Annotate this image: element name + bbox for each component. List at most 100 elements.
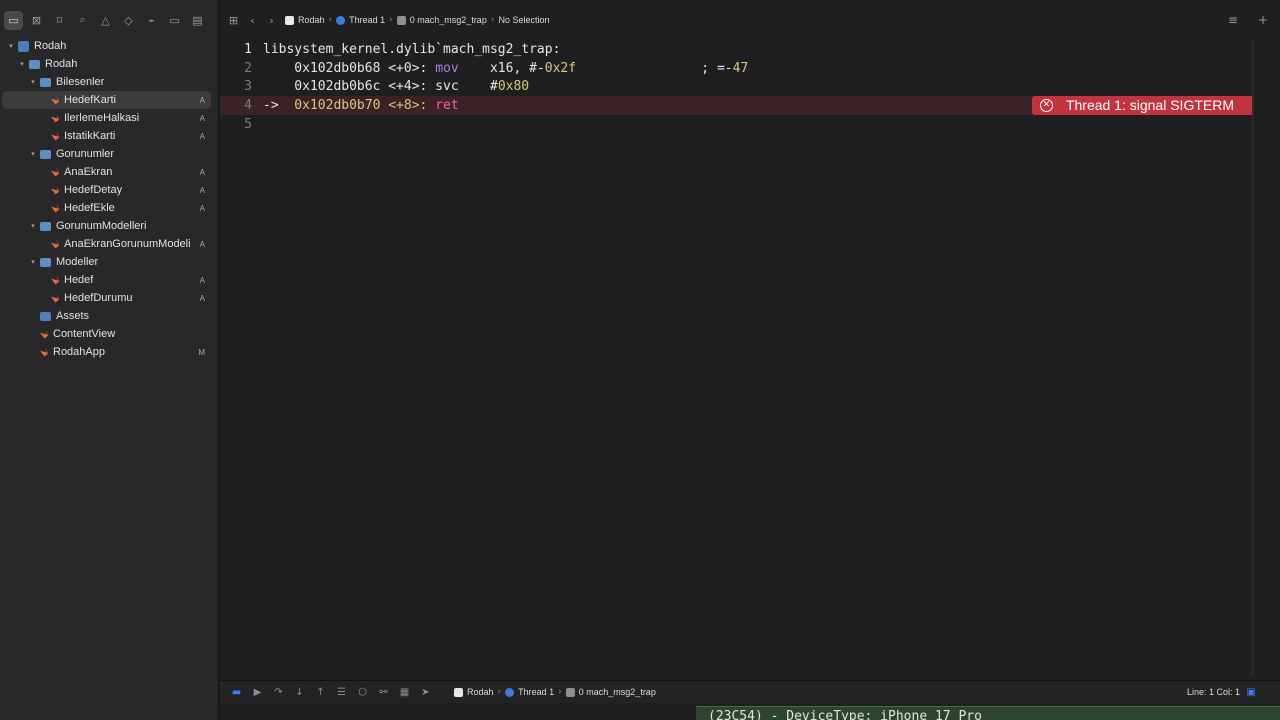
adjust-editor-icon[interactable]: ≡ (1228, 13, 1238, 27)
jump-selection[interactable]: No Selection (498, 15, 549, 25)
code-text: -> 0x102db0b70 <+8>: ret (263, 98, 459, 113)
disclosure-triangle-icon[interactable]: ▾ (28, 222, 38, 230)
step-into-icon[interactable]: ↓ (289, 687, 310, 698)
code-line[interactable]: 4 -> 0x102db0b70 <+8>: ret ✕ Thread 1: sign… (220, 96, 1254, 115)
report-icon[interactable]: ▤ (188, 11, 207, 30)
console-toggle-icon[interactable]: ▬ (226, 687, 247, 698)
debug-thread[interactable]: Thread 1 (505, 687, 554, 697)
source-control-status-badge: A (199, 113, 205, 123)
debug-project-label: Rodah (467, 687, 494, 697)
chevron-right-icon[interactable]: › (262, 11, 281, 30)
file-tree-item[interactable]: HedefKarti A (2, 91, 211, 109)
folder-icon (40, 257, 51, 267)
simulate-icon[interactable]: ▦ (394, 687, 415, 698)
file-tree-item[interactable]: HedefDetay A (2, 181, 211, 199)
issue-warning-icon[interactable]: △ (96, 11, 115, 30)
disclosure-triangle-icon[interactable]: ▾ (6, 42, 16, 50)
source-control-status-badge: A (199, 239, 205, 249)
jump-thread[interactable]: Thread 1 (336, 15, 385, 25)
jump-bar: ⊞ ‹ › Rodah › Thread 1 › 0 mach_msg2_tra… (220, 8, 1280, 32)
swift-file-icon (51, 113, 59, 123)
code-line[interactable]: 3 0x102db0b6c <+4>: svc #0x80 (220, 77, 1254, 96)
debug-spray-icon[interactable]: ⌁ (142, 11, 161, 30)
code-line[interactable]: 2 0x102db0b68 <+0>: mov x16, #-0x2f ; =-… (220, 59, 1254, 78)
code-token: ret (435, 97, 459, 113)
file-tree-item[interactable]: HedefDurumu A (2, 289, 211, 307)
file-tree-label: RodahApp (53, 346, 105, 358)
file-tree-item[interactable]: ▾ Rodah (2, 55, 211, 73)
disclosure-triangle-icon[interactable]: ▾ (28, 150, 38, 158)
grid-icon[interactable]: ⊞ (224, 11, 243, 30)
jump-project[interactable]: Rodah (285, 15, 325, 25)
source-control-status-badge: A (199, 131, 205, 141)
continue-icon[interactable]: ▶ (247, 687, 268, 698)
folder-icon[interactable]: ▭ (4, 10, 23, 30)
disclosure-triangle-icon[interactable]: ▾ (28, 78, 38, 86)
line-number: 5 (244, 116, 252, 132)
file-tree-label: AnaEkranGorunumModeli (64, 238, 191, 250)
view-hierarchy-icon[interactable]: ☰ (331, 687, 352, 698)
code-token: mov (435, 60, 459, 76)
file-tree-item[interactable]: ContentView (2, 325, 211, 343)
file-tree-label: Gorunumler (56, 148, 115, 160)
file-tree-label: HedefEkle (64, 202, 115, 214)
cursor-position: Line: 1 Col: 1 (1186, 687, 1240, 697)
file-tree-item[interactable]: ▾ GorunumModelleri (2, 217, 211, 235)
search-icon[interactable]: ⌕ (73, 11, 92, 30)
file-tree-item[interactable]: ▾ Gorunumler (2, 145, 211, 163)
file-tree-item[interactable]: ▾ Bilesenler (2, 73, 211, 91)
add-editor-icon[interactable]: + (1258, 13, 1268, 27)
folder-icon (29, 59, 40, 69)
chevron-right-icon: › (328, 15, 333, 25)
file-tree-item[interactable]: RodahApp M (2, 343, 211, 361)
file-tree-label: AnaEkran (64, 166, 113, 178)
thread-icon (336, 15, 346, 25)
test-diamond-icon[interactable]: ◇ (119, 11, 138, 30)
file-tree-item[interactable]: Assets (2, 307, 211, 325)
folder-icon (40, 149, 51, 159)
file-tree-item[interactable]: ▾ Rodah (2, 37, 211, 55)
source-control-status-badge: A (199, 185, 205, 195)
error-annotation[interactable]: ✕ Thread 1: signal SIGTERM (1031, 96, 1254, 115)
location-icon[interactable]: ➤ (415, 687, 436, 698)
breakpoint-icon[interactable]: ▭ (165, 11, 184, 30)
step-over-icon[interactable]: ↷ (268, 687, 289, 698)
code-token: 0x80 (497, 79, 530, 95)
chevron-left-icon[interactable]: ‹ (243, 11, 262, 30)
bookmark-icon[interactable]: ⌑ (50, 11, 69, 30)
source-control-status-badge: A (199, 167, 205, 177)
file-tree-item[interactable]: AnaEkranGorunumModeli A (2, 235, 211, 253)
debug-frame-label: 0 mach_msg2_trap (578, 687, 656, 697)
chevron-right-icon: › (389, 15, 393, 25)
disclosure-triangle-icon[interactable]: ▾ (28, 258, 38, 266)
file-tree-label: Hedef (64, 274, 94, 286)
environment-icon[interactable]: ⚯ (373, 687, 394, 698)
file-tree-item[interactable]: ▾ Modeller (2, 253, 211, 271)
debug-thread-label: Thread 1 (518, 687, 555, 697)
asset-catalog-icon (40, 311, 51, 321)
debug-bar: ▬ ▶ ↷ ↓ ↑ ☰ ⬡ ⚯ ▦ ➤ Rodah › Thread 1 › 0… (220, 680, 1280, 703)
minimap-divider (1252, 40, 1254, 675)
folder-icon (40, 221, 51, 231)
file-tree-item[interactable]: IlerlemeHalkasi A (2, 109, 211, 127)
step-out-icon[interactable]: ↑ (310, 687, 331, 698)
project-icon (285, 15, 294, 25)
file-tree-item[interactable]: HedefEkle A (2, 199, 211, 217)
debug-frame[interactable]: 0 mach_msg2_trap (565, 687, 656, 697)
file-tree-item[interactable]: AnaEkran A (2, 163, 211, 181)
file-tree-item[interactable]: IstatikKarti A (2, 127, 211, 145)
debug-project[interactable]: Rodah (454, 687, 494, 697)
code-line[interactable]: 1 libsystem_kernel.dylib`mach_msg2_trap: (220, 40, 1254, 59)
disassembly-view[interactable]: 1 libsystem_kernel.dylib`mach_msg2_trap: 2… (220, 40, 1254, 133)
source-control-icon[interactable]: ⊠ (27, 11, 46, 30)
file-tree-item[interactable]: Hedef A (2, 271, 211, 289)
chevron-right-icon: › (490, 15, 495, 25)
split-console-icon[interactable]: ▣ (1247, 687, 1256, 698)
jump-frame[interactable]: 0 mach_msg2_trap (396, 15, 487, 25)
console-output[interactable]: (23C54) - DeviceType: iPhone 17 Pro (696, 706, 1280, 720)
disclosure-triangle-icon[interactable]: ▾ (17, 60, 27, 68)
file-tree-label: HedefDetay (64, 184, 123, 196)
code-line[interactable]: 5 (220, 115, 1254, 134)
memory-graph-icon[interactable]: ⬡ (352, 687, 373, 698)
code-token: 0x102db0b70 <+8>: (278, 97, 436, 113)
